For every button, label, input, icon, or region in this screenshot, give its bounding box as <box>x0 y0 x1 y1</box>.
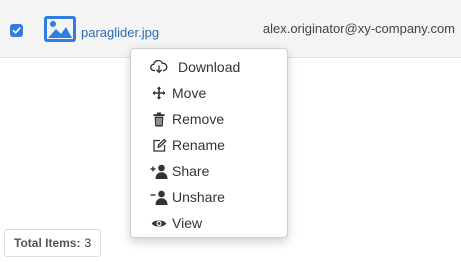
total-items-counter: Total Items: 3 <box>4 229 101 257</box>
menu-item-download-label: Download <box>178 59 241 75</box>
user-minus-icon <box>150 188 168 206</box>
image-file-icon[interactable] <box>44 16 76 42</box>
file-owner: alex.originator@xy-company.com <box>262 21 455 36</box>
menu-item-view-label: View <box>172 215 203 231</box>
cloud-download-icon <box>150 58 168 76</box>
eye-icon <box>150 214 168 232</box>
total-items-value: 3 <box>84 236 92 250</box>
menu-item-move-label: Move <box>172 85 207 101</box>
menu-item-share[interactable]: Share <box>131 158 287 184</box>
move-arrows-icon <box>150 84 168 102</box>
trash-icon <box>150 110 168 128</box>
menu-item-unshare-label: Unshare <box>172 189 225 205</box>
user-plus-icon <box>150 162 168 180</box>
menu-item-rename[interactable]: Rename <box>131 132 287 158</box>
menu-item-remove-label: Remove <box>172 111 225 127</box>
file-select-checkbox[interactable] <box>10 24 23 37</box>
menu-item-share-label: Share <box>172 163 210 179</box>
total-items-label: Total Items: <box>14 236 81 250</box>
menu-item-move[interactable]: Move <box>131 80 287 106</box>
checkmark-icon <box>12 27 21 34</box>
menu-item-remove[interactable]: Remove <box>131 106 287 132</box>
menu-item-view[interactable]: View <box>131 210 287 236</box>
edit-icon <box>150 136 168 154</box>
file-name-link[interactable]: paraglider.jpg <box>81 25 159 40</box>
menu-item-download[interactable]: Download <box>131 54 287 80</box>
context-menu: Download Move Remove Rename Share Unshar… <box>130 48 288 238</box>
menu-item-unshare[interactable]: Unshare <box>131 184 287 210</box>
menu-item-rename-label: Rename <box>172 137 225 153</box>
